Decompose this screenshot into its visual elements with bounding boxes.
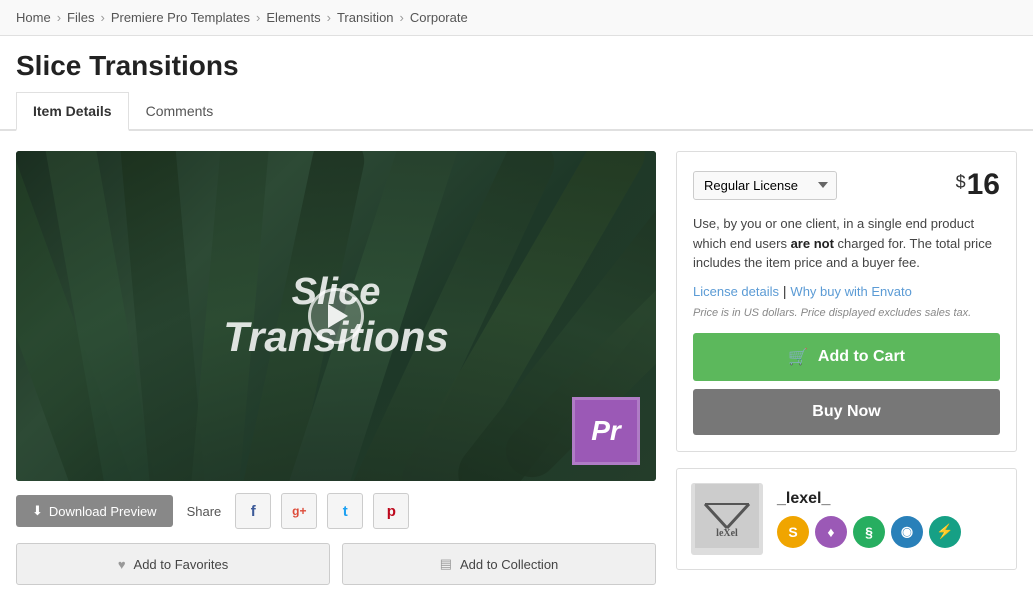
link-separator: | <box>779 283 790 299</box>
breadcrumb-corporate: Corporate <box>410 10 468 25</box>
why-envato-link[interactable]: Why buy with Envato <box>790 284 911 299</box>
add-to-favorites-label: Add to Favorites <box>134 557 229 572</box>
heart-icon: ♥ <box>118 557 126 572</box>
sep: › <box>100 10 104 25</box>
tab-item-details[interactable]: Item Details <box>16 92 129 131</box>
sep: › <box>400 10 404 25</box>
add-to-cart-label: Add to Cart <box>818 348 905 366</box>
badge-elite: ⚡ <box>929 516 961 548</box>
license-desc-bold: are not <box>791 236 834 251</box>
license-box: Regular License Extended License $16 Use… <box>676 151 1017 452</box>
author-info: _lexel_ S ♦ § ◉ ⚡ <box>777 490 1002 548</box>
video-background: Slice Transitions Pr <box>16 151 656 481</box>
svg-text:leXel: leXel <box>716 528 738 539</box>
twitter-button[interactable]: t <box>327 493 363 529</box>
cart-icon: 🛒 <box>788 347 808 367</box>
sep: › <box>57 10 61 25</box>
twitter-icon: t <box>343 503 348 520</box>
download-preview-button[interactable]: ⬇ Download Preview <box>16 495 173 527</box>
pinterest-button[interactable]: p <box>373 493 409 529</box>
license-description: Use, by you or one client, in a single e… <box>693 214 1000 273</box>
avatar-svg: leXel <box>695 484 759 548</box>
license-header: Regular License Extended License $16 <box>693 168 1000 202</box>
google-plus-icon: g+ <box>292 504 306 518</box>
google-plus-button[interactable]: g+ <box>281 493 317 529</box>
price-note: Price is in US dollars. Price displayed … <box>693 307 1000 319</box>
buy-now-label: Buy Now <box>812 403 880 420</box>
add-to-collection-label: Add to Collection <box>460 557 558 572</box>
pinterest-icon: p <box>387 503 396 520</box>
price-value: 16 <box>967 168 1000 201</box>
sep: › <box>256 10 260 25</box>
add-to-favorites-button[interactable]: ♥ Add to Favorites <box>16 543 330 585</box>
badge-country: ◉ <box>891 516 923 548</box>
tab-comments[interactable]: Comments <box>129 92 231 131</box>
author-badges: S ♦ § ◉ ⚡ <box>777 516 1002 548</box>
fav-actions: ♥ Add to Favorites ▤ Add to Collection <box>16 543 656 585</box>
breadcrumb-templates[interactable]: Premiere Pro Templates <box>111 10 250 25</box>
tabs: Item Details Comments <box>0 92 1033 131</box>
price-display: $16 <box>956 168 1000 202</box>
page-title: Slice Transitions <box>0 36 1033 92</box>
license-details-link[interactable]: License details <box>693 284 779 299</box>
avatar-text: leXel <box>695 484 759 554</box>
pr-badge: Pr <box>572 397 640 465</box>
add-to-collection-button[interactable]: ▤ Add to Collection <box>342 543 656 585</box>
author-box: leXel _lexel_ S ♦ § ◉ ⚡ <box>676 468 1017 570</box>
left-panel: Slice Transitions Pr ⬇ Download Preview … <box>16 151 656 585</box>
sep: › <box>327 10 331 25</box>
license-links: License details | Why buy with Envato <box>693 283 1000 299</box>
breadcrumb-files[interactable]: Files <box>67 10 94 25</box>
badge-seller: S <box>777 516 809 548</box>
facebook-button[interactable]: f <box>235 493 271 529</box>
right-panel: Regular License Extended License $16 Use… <box>676 151 1017 570</box>
breadcrumb-transition[interactable]: Transition <box>337 10 394 25</box>
badge-verified: § <box>853 516 885 548</box>
license-select[interactable]: Regular License Extended License <box>693 171 837 200</box>
share-label: Share <box>183 496 226 527</box>
add-to-cart-button[interactable]: 🛒 Add to Cart <box>693 333 1000 381</box>
download-icon: ⬇ <box>32 503 43 519</box>
author-avatar[interactable]: leXel <box>691 483 763 555</box>
facebook-icon: f <box>251 503 256 520</box>
author-name: _lexel_ <box>777 490 1002 508</box>
collection-icon: ▤ <box>440 556 452 572</box>
play-button[interactable] <box>308 288 364 344</box>
breadcrumb: Home › Files › Premiere Pro Templates › … <box>0 0 1033 36</box>
video-actions: ⬇ Download Preview Share f g+ t p <box>16 493 656 529</box>
main-layout: Slice Transitions Pr ⬇ Download Preview … <box>0 131 1033 605</box>
buy-now-button[interactable]: Buy Now <box>693 389 1000 435</box>
price-currency: $ <box>956 172 966 192</box>
breadcrumb-home[interactable]: Home <box>16 10 51 25</box>
video-player[interactable]: Slice Transitions Pr <box>16 151 656 481</box>
badge-award: ♦ <box>815 516 847 548</box>
download-preview-label: Download Preview <box>49 504 157 519</box>
breadcrumb-elements[interactable]: Elements <box>266 10 320 25</box>
